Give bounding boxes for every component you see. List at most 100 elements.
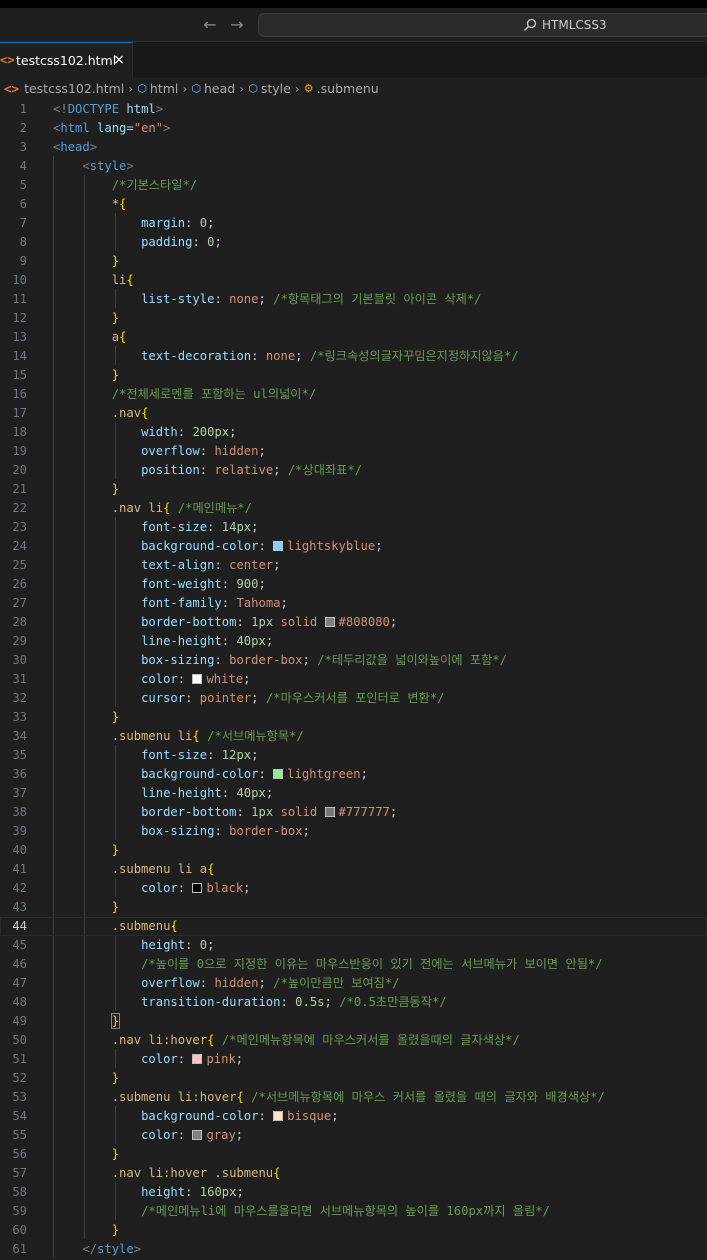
code-line[interactable]: 45 height: 0; [0, 936, 707, 955]
breadcrumb-item-submenu[interactable]: .submenu [317, 78, 379, 100]
code-line[interactable]: 7 margin: 0; [0, 214, 707, 233]
code-line[interactable]: 5 /*기본스타일*/ [0, 176, 707, 195]
code-line[interactable]: 23 font-size: 14px; [0, 518, 707, 537]
color-swatch[interactable] [273, 541, 284, 551]
code-line[interactable]: 55 color: gray; [0, 1126, 707, 1145]
code-line[interactable]: 38 border-bottom: 1px solid #777777; [0, 803, 707, 822]
code-line[interactable]: 42 color: black; [0, 879, 707, 898]
code-line[interactable]: 53 .submenu li:hover{ /*서브메뉴항목에 마우스 커서를 … [0, 1088, 707, 1107]
code-line[interactable]: 18 width: 200px; [0, 423, 707, 442]
back-arrow-icon[interactable]: ← [200, 14, 220, 36]
code-line[interactable]: 4 <style> [0, 157, 707, 176]
code-line[interactable]: 2 <html lang="en"> [0, 119, 707, 138]
code-line[interactable]: 15 } [0, 366, 707, 385]
code-line[interactable]: 3 <head> [0, 138, 707, 157]
code-line[interactable]: 33 } [0, 708, 707, 727]
code-line[interactable]: 56 } [0, 1145, 707, 1164]
code-line[interactable]: 12 } [0, 309, 707, 328]
code-line[interactable]: 29 line-height: 40px; [0, 632, 707, 651]
breadcrumb-item-file[interactable]: testcss102.html [24, 78, 124, 100]
code-token: ; [251, 520, 259, 534]
forward-arrow-icon[interactable]: → [227, 14, 247, 36]
code-line[interactable]: 36 background-color: lightgreen; [0, 765, 707, 784]
code-line[interactable]: 30 box-sizing: border-box; /*테두리값을 넓이와높이… [0, 651, 707, 670]
code-token: : [207, 520, 222, 534]
code-token: : [214, 558, 230, 572]
code-token: > [89, 140, 98, 154]
code-line[interactable]: 51 color: pink; [0, 1050, 707, 1069]
breadcrumb-item-html[interactable]: html [150, 78, 178, 100]
code-line[interactable]: 37 line-height: 40px; [0, 784, 707, 803]
code-line[interactable]: 40 } [0, 841, 707, 860]
code-line[interactable]: 32 cursor: pointer; /*마우스커서를 포인터로 변환*/ [0, 689, 707, 708]
code-line[interactable]: 9 } [0, 252, 707, 271]
code-token: border-box [229, 653, 303, 667]
color-swatch[interactable] [324, 617, 335, 627]
code-line[interactable]: 20 position: relative; /*상대좌표*/ [0, 461, 707, 480]
code-text: .nav li:hover .submenu{ [53, 1164, 281, 1183]
code-line[interactable]: 44 .submenu{ [0, 917, 707, 936]
command-center-search[interactable]: HTMLCSS3 [258, 13, 707, 37]
color-swatch[interactable] [192, 1130, 203, 1140]
code-line[interactable]: 47 overflow: hidden; /*높이만큼만 보여짐*/ [0, 974, 707, 993]
code-line[interactable]: 49 } [0, 1012, 707, 1031]
code-token: } [111, 482, 120, 496]
code-token: ; [324, 995, 340, 1009]
line-number: 54 [12, 1109, 27, 1123]
breadcrumb-item-head[interactable]: head [204, 78, 235, 100]
code-line[interactable]: 39 box-sizing: border-box; [0, 822, 707, 841]
code-line[interactable]: 31 color: white; [0, 670, 707, 689]
line-number: 50 [12, 1033, 27, 1047]
code-line[interactable]: 13 a{ [0, 328, 707, 347]
code-line[interactable]: 26 font-weight: 900; [0, 575, 707, 594]
code-line[interactable]: 50 .nav li:hover{ /*메인메뉴항목에 마우스커서를 올렸을때의… [0, 1031, 707, 1050]
color-swatch[interactable] [192, 883, 203, 893]
code-line[interactable]: 8 padding: 0; [0, 233, 707, 252]
code-line[interactable]: 61 </style> [0, 1240, 707, 1259]
code-line[interactable]: 1 <!DOCTYPE html> [0, 100, 707, 119]
code-line[interactable]: 27 font-family: Tahoma; [0, 594, 707, 613]
code-line[interactable]: 43 } [0, 898, 707, 917]
code-token: .nav li:hover [111, 1033, 208, 1047]
code-token: ; [389, 805, 398, 819]
code-line[interactable]: 6 *{ [0, 195, 707, 214]
code-line[interactable]: 22 .nav li{ /*메인메뉴*/ [0, 499, 707, 518]
code-line[interactable]: 46 /*높이를 0으로 지정한 이유는 마우스반응이 있기 전에는 서브메뉴가… [0, 955, 707, 974]
color-swatch[interactable] [324, 807, 335, 817]
breadcrumb-item-style[interactable]: style [261, 78, 291, 100]
code-token: padding [141, 235, 193, 249]
code-line[interactable]: 58 height: 160px; [0, 1183, 707, 1202]
code-line[interactable]: 28 border-bottom: 1px solid #808080; [0, 613, 707, 632]
code-line[interactable]: 41 .submenu li a{ [0, 860, 707, 879]
code-line[interactable]: 19 overflow: hidden; [0, 442, 707, 461]
code-line[interactable]: 59 /*메인메뉴li에 마우스를올리면 서브메뉴항목의 높이를 160px까지… [0, 1202, 707, 1221]
code-editor[interactable]: 1 <!DOCTYPE html> 2 <html lang="en"> 3 <head>… [0, 100, 707, 1260]
color-swatch[interactable] [273, 1111, 284, 1121]
code-line[interactable]: 57 .nav li:hover .submenu{ [0, 1164, 707, 1183]
code-line[interactable]: 34 .submenu li{ /*서브메뉴항목*/ [0, 727, 707, 746]
code-line[interactable]: 52 } [0, 1069, 707, 1088]
code-line[interactable]: 54 background-color: bisque; [0, 1107, 707, 1126]
code-token: center [229, 558, 274, 572]
code-line[interactable]: 16 /*전체세로멘를 포함하는 ul의넓이*/ [0, 385, 707, 404]
code-line[interactable]: 17 .nav{ [0, 404, 707, 423]
code-token: : [214, 292, 230, 306]
code-line[interactable]: 25 text-align: center; [0, 556, 707, 575]
code-line[interactable]: 11 list-style: none; /*항목태그의 기본블릿 아이콘 삭제… [0, 290, 707, 309]
close-tab-icon[interactable]: × [111, 51, 127, 69]
code-line[interactable]: 21 } [0, 480, 707, 499]
color-swatch[interactable] [192, 1054, 203, 1064]
code-line[interactable]: 48 transition-duration: 0.5s; /*0.5초만큼동작… [0, 993, 707, 1012]
code-line[interactable]: 35 font-size: 12px; [0, 746, 707, 765]
tab-testcss102-html[interactable]: <> testcss102.html × [0, 42, 133, 78]
code-line[interactable]: 60 } [0, 1221, 707, 1240]
code-line[interactable]: 10 li{ [0, 271, 707, 290]
color-swatch[interactable] [192, 674, 203, 684]
code-line[interactable]: 14 text-decoration: none; /*링크속성의글자꾸밈은지정… [0, 347, 707, 366]
code-line[interactable]: 24 background-color: lightskyblue; [0, 537, 707, 556]
code-token: 40px [236, 786, 266, 800]
color-swatch[interactable] [273, 769, 284, 779]
